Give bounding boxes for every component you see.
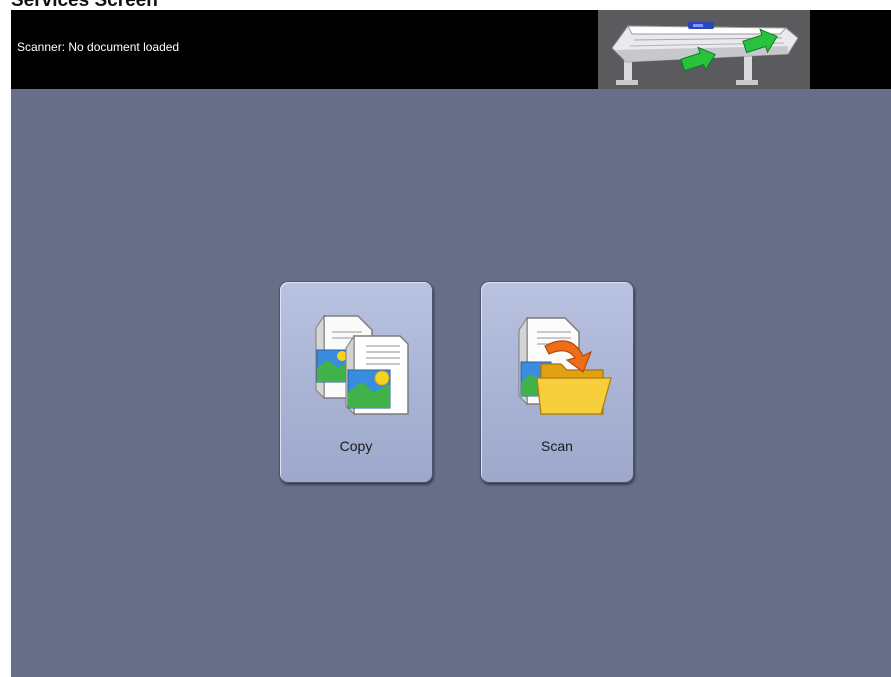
copy-button[interactable]: Copy	[279, 281, 433, 483]
scan-to-folder-icon	[518, 316, 612, 415]
copy-label: Copy	[339, 438, 373, 454]
scanner-load-illustration	[598, 10, 810, 89]
services-screen: Scanner: No document loaded Copy Scan	[11, 10, 891, 677]
status-bar: Scanner: No document loaded	[11, 10, 891, 89]
scan-label: Scan	[541, 438, 573, 454]
scan-button[interactable]: Scan	[480, 281, 634, 483]
copy-document-icon	[315, 314, 409, 416]
wide-format-scanner-load-icon	[611, 22, 799, 85]
scanner-status-text: Scanner: No document loaded	[17, 40, 180, 54]
